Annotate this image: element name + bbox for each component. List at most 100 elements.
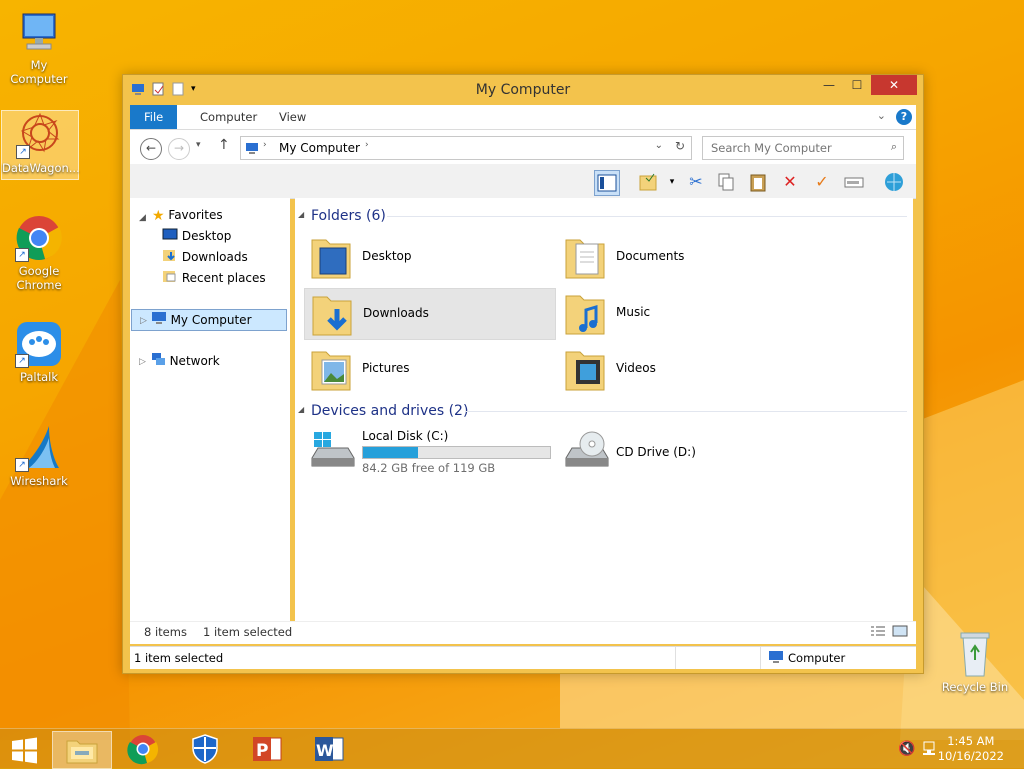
volume-muted-icon[interactable]: 🔇 (898, 741, 915, 757)
navigation-pane: ◢ ★ Favorites Desktop Downloads Recent p… (130, 198, 290, 641)
taskbar-security[interactable] (176, 731, 234, 767)
shield-icon (192, 734, 218, 764)
maximize-button[interactable]: ☐ (843, 75, 871, 95)
back-button[interactable]: ← (140, 138, 162, 160)
taskbar: P W 🔇 1:45 AM 10/16/2022 (0, 728, 1024, 769)
dropdown-icon[interactable]: ▾ (660, 170, 684, 194)
star-icon: ★ (152, 207, 165, 224)
desktop-icon-label: My Computer (10, 58, 68, 86)
chrome-icon: ↗ (15, 214, 63, 262)
pictures-folder-icon (311, 351, 351, 391)
network-tray-icon[interactable] (922, 740, 938, 759)
globe-icon[interactable] (882, 170, 906, 194)
tab-view[interactable]: View (265, 105, 320, 129)
search-icon[interactable]: ⌕ (891, 140, 897, 154)
desktop-icon-recycle-bin[interactable]: Recycle Bin (937, 630, 1013, 694)
selection-count: 1 item selected (203, 625, 293, 639)
expand-arrow-icon[interactable]: ◢ (139, 208, 146, 228)
folder-label: Pictures (362, 361, 410, 375)
forward-button[interactable]: → (168, 138, 190, 160)
folder-tile-pictures[interactable]: Pictures (304, 344, 554, 394)
select-folder-icon[interactable] (636, 170, 660, 194)
nav-item-downloads[interactable]: Downloads (162, 247, 248, 267)
large-icons-view-icon[interactable] (892, 625, 908, 640)
recent-locations-icon[interactable]: ▾ (196, 140, 201, 150)
start-button[interactable] (0, 731, 48, 767)
collapse-arrow-icon: ▷ (140, 315, 147, 326)
collapse-group-icon[interactable]: ◢ (298, 405, 304, 414)
cd-drive-icon (565, 431, 609, 467)
folder-tile-videos[interactable]: Videos (558, 344, 808, 394)
nav-item-recent-places[interactable]: Recent places (162, 268, 266, 288)
details-view-icon[interactable] (870, 625, 886, 640)
taskbar-chrome[interactable] (114, 731, 172, 767)
nav-item-desktop[interactable]: Desktop (162, 226, 231, 246)
paste-icon[interactable] (746, 170, 770, 194)
drive-free-space: 84.2 GB free of 119 GB (362, 461, 496, 475)
folder-tile-desktop[interactable]: Desktop (304, 232, 554, 282)
desktop-icon-wireshark[interactable]: ↗ Wireshark (1, 424, 77, 488)
cut-icon[interactable]: ✂ (684, 170, 708, 194)
downloads-folder-icon (312, 296, 352, 336)
preview-pane-icon[interactable] (594, 170, 620, 196)
desktop-icon-paltalk[interactable]: ↗ Paltalk (1, 320, 77, 384)
drive-usage-bar (362, 446, 551, 459)
rename-icon[interactable] (842, 170, 866, 194)
help-icon[interactable]: ? (896, 109, 912, 125)
details-divider (760, 647, 761, 669)
details-bar: 1 item selected Computer (130, 646, 916, 669)
folder-label: Downloads (363, 306, 429, 320)
address-path[interactable]: My Computer (279, 141, 360, 155)
title-bar: ▾ My Computer — ☐ ✕ (123, 75, 923, 103)
details-location: Computer (788, 651, 846, 665)
nav-item-network[interactable]: ▷ Network (131, 351, 220, 371)
collapse-group-icon[interactable]: ◢ (298, 210, 304, 219)
minimize-button[interactable]: — (815, 75, 843, 95)
desktop-icon-google-chrome[interactable]: ↗ Google Chrome (1, 214, 77, 292)
folder-tile-documents[interactable]: Documents (558, 232, 808, 282)
delete-icon[interactable]: ✕ (778, 170, 802, 194)
folders-group-header[interactable]: Folders (6) (311, 206, 386, 226)
drive-name: CD Drive (D:) (616, 445, 696, 459)
drive-tile-d[interactable]: CD Drive (D:) (558, 426, 808, 478)
explorer-window: ▾ My Computer — ☐ ✕ File Computer View ⌄… (122, 74, 924, 674)
drive-tile-c[interactable]: Local Disk (C:) 84.2 GB free of 119 GB (304, 426, 554, 478)
desktop-icon-datawagon[interactable]: ↗ DataWagon... (1, 110, 80, 180)
nav-item-favorites[interactable]: ★ Favorites (152, 205, 223, 225)
taskbar-file-explorer[interactable] (52, 731, 112, 769)
nav-item-label: Downloads (181, 250, 248, 264)
group-divider (387, 216, 907, 217)
computer-small-icon (768, 650, 784, 667)
taskbar-word[interactable]: W (300, 731, 358, 767)
status-bar: 8 items 1 item selected (130, 621, 916, 644)
copy-icon[interactable] (714, 170, 738, 194)
network-icon (150, 352, 166, 372)
tab-file[interactable]: File (130, 105, 178, 129)
search-box[interactable]: ⌕ (702, 136, 904, 160)
folder-tile-downloads[interactable]: Downloads (304, 288, 556, 340)
folder-tile-music[interactable]: Music (558, 288, 808, 338)
address-dropdown-icon[interactable]: ⌄ (655, 140, 663, 151)
svg-text:P: P (256, 741, 268, 761)
search-input[interactable] (709, 138, 883, 158)
folder-label: Videos (616, 361, 656, 375)
nav-item-my-computer[interactable]: ▷ My Computer (131, 309, 287, 331)
clock-date: 10/16/2022 (937, 749, 1004, 763)
address-row: ← → ▾ ↑ › My Computer › ⌄ ↻ ⌕ (130, 130, 916, 164)
up-arrow-icon[interactable]: ↑ (218, 137, 230, 153)
breadcrumb-chevron-icon: › (263, 140, 267, 150)
tab-computer[interactable]: Computer (186, 105, 271, 129)
apply-checkmark-icon[interactable]: ✓ (810, 170, 834, 194)
desktop-folder-icon (311, 239, 351, 279)
clock[interactable]: 1:45 AM 10/16/2022 (938, 734, 1004, 764)
taskbar-powerpoint[interactable]: P (238, 731, 296, 767)
desktop-icon-my-computer[interactable]: My Computer (1, 8, 77, 86)
computer-small-icon (151, 311, 167, 331)
window-title: My Computer (475, 82, 571, 98)
close-button[interactable]: ✕ (871, 75, 917, 95)
address-bar[interactable]: › My Computer › ⌄ ↻ (240, 136, 692, 160)
refresh-icon[interactable]: ↻ (675, 139, 685, 153)
expand-ribbon-icon[interactable]: ⌄ (877, 109, 886, 122)
desktop-icon-label: Wireshark (10, 474, 68, 488)
devices-group-header[interactable]: Devices and drives (2) (311, 401, 468, 421)
